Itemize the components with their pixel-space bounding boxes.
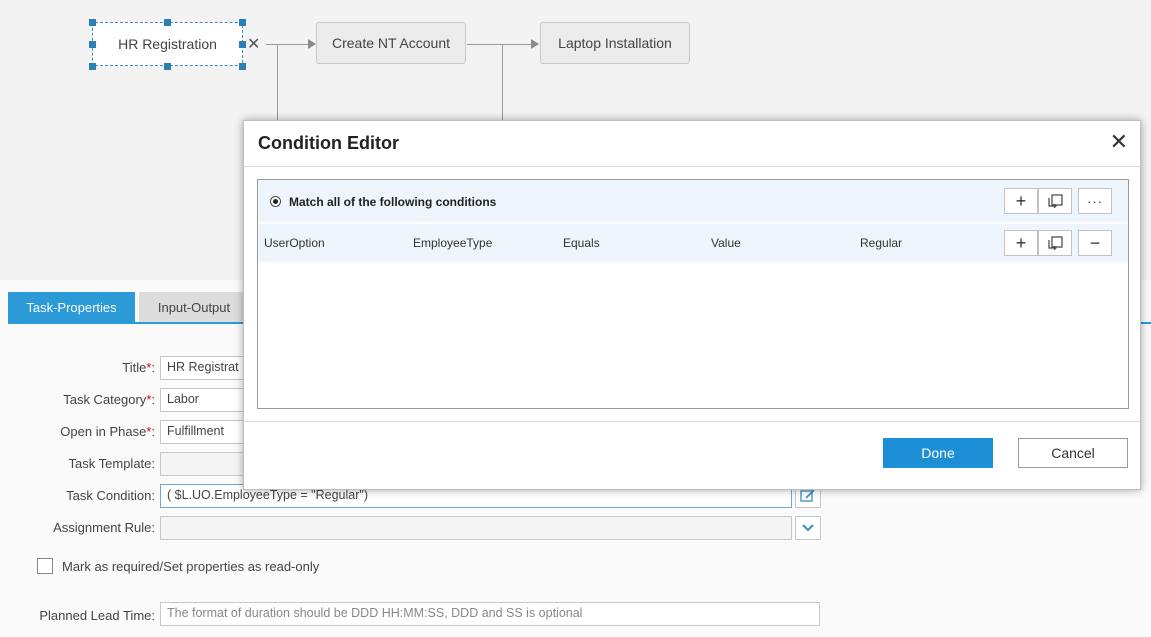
task-template-label: Task Template:	[68, 456, 155, 471]
connector-line	[502, 44, 503, 120]
resize-handle[interactable]	[89, 63, 96, 70]
task-condition-label: Task Condition:	[66, 488, 155, 503]
resize-handle[interactable]	[239, 41, 246, 48]
chevron-down-icon	[802, 524, 814, 532]
add-subgroup-button[interactable]	[1038, 230, 1072, 256]
cancel-button[interactable]: Cancel	[1018, 438, 1128, 468]
minus-icon: −	[1089, 232, 1101, 253]
condition-group-row: Match all of the following conditions + …	[258, 180, 1128, 222]
workflow-node-label: Laptop Installation	[558, 35, 672, 51]
connector-arrow	[308, 39, 316, 49]
title-label: Title*:	[122, 360, 155, 375]
dialog-footer-divider	[244, 421, 1140, 422]
tab-label: Input-Output	[157, 299, 231, 315]
add-condition-button[interactable]: +	[1004, 188, 1038, 214]
resize-handle[interactable]	[89, 19, 96, 26]
match-all-label: Match all of the following conditions	[289, 195, 497, 209]
condition-area: Match all of the following conditions + …	[257, 179, 1129, 409]
nested-group-icon	[1048, 236, 1063, 250]
connector-line	[277, 44, 278, 120]
done-button[interactable]: Done	[883, 438, 993, 468]
condition-row[interactable]: UserOption EmployeeType Equals Value Reg…	[258, 224, 1128, 262]
planned-lead-time-field[interactable]: The format of duration should be DDD HH:…	[160, 602, 820, 626]
task-condition-value: ( $L.UO.EmployeeType = "Regular")	[167, 488, 368, 502]
add-group-button[interactable]	[1038, 188, 1072, 214]
title-value: HR Registrat	[167, 360, 239, 374]
open-in-phase-value: Fulfillment	[167, 424, 224, 438]
tab-label: Task-Properties	[26, 299, 117, 315]
mark-required-checkbox[interactable]	[37, 558, 53, 574]
open-in-phase-label: Open in Phase*:	[60, 424, 155, 439]
resize-handle[interactable]	[239, 19, 246, 26]
planned-lead-time-placeholder: The format of duration should be DDD HH:…	[167, 606, 583, 620]
dialog-divider	[244, 166, 1140, 167]
resize-handle[interactable]	[164, 63, 171, 70]
connector-arrow	[531, 39, 539, 49]
workflow-node-label: Create NT Account	[331, 35, 451, 51]
workflow-node-laptop-installation[interactable]: Laptop Installation	[540, 22, 690, 64]
mark-required-label: Mark as required/Set properties as read-…	[62, 559, 320, 574]
condition-value[interactable]: Regular	[860, 236, 902, 250]
resize-handle[interactable]	[239, 63, 246, 70]
tab-task-properties[interactable]: Task-Properties	[8, 292, 135, 322]
assignment-rule-label: Assignment Rule:	[53, 520, 155, 535]
more-options-button[interactable]: ···	[1078, 188, 1112, 214]
tab-input-output[interactable]: Input-Output	[139, 292, 249, 322]
connector-line	[266, 44, 312, 45]
task-category-label: Task Category*:	[63, 392, 155, 407]
add-condition-row-button[interactable]: +	[1004, 230, 1038, 256]
dialog-title: Condition Editor	[258, 133, 399, 153]
assignment-rule-dropdown-button[interactable]	[795, 516, 821, 540]
planned-lead-time-label: Planned Lead Time:	[39, 608, 155, 623]
resize-handle[interactable]	[89, 41, 96, 48]
plus-icon: +	[1015, 190, 1027, 211]
connector-line	[467, 44, 535, 45]
delete-node-icon[interactable]: ✕	[247, 34, 260, 54]
remove-condition-button[interactable]: −	[1078, 230, 1112, 256]
condition-field[interactable]: EmployeeType	[413, 236, 492, 250]
resize-handle[interactable]	[164, 19, 171, 26]
condition-operator[interactable]: Equals	[563, 236, 600, 250]
nested-group-icon	[1048, 194, 1063, 208]
workflow-node-label: HR Registration	[118, 36, 217, 52]
task-category-value: Labor	[167, 392, 199, 406]
condition-editor-dialog: Condition Editor ✕ Match all of the foll…	[243, 120, 1141, 490]
match-all-radio[interactable]	[270, 196, 281, 207]
more-icon: ···	[1087, 193, 1103, 209]
close-icon[interactable]: ✕	[1110, 131, 1128, 153]
condition-value-type[interactable]: Value	[711, 236, 741, 250]
workflow-node-create-nt-account[interactable]: Create NT Account	[316, 22, 466, 64]
plus-icon: +	[1015, 232, 1027, 253]
edit-condition-icon	[800, 489, 815, 502]
assignment-rule-select[interactable]	[160, 516, 792, 540]
workflow-node-hr-registration[interactable]: HR Registration	[92, 22, 243, 66]
condition-source[interactable]: UserOption	[264, 236, 325, 250]
